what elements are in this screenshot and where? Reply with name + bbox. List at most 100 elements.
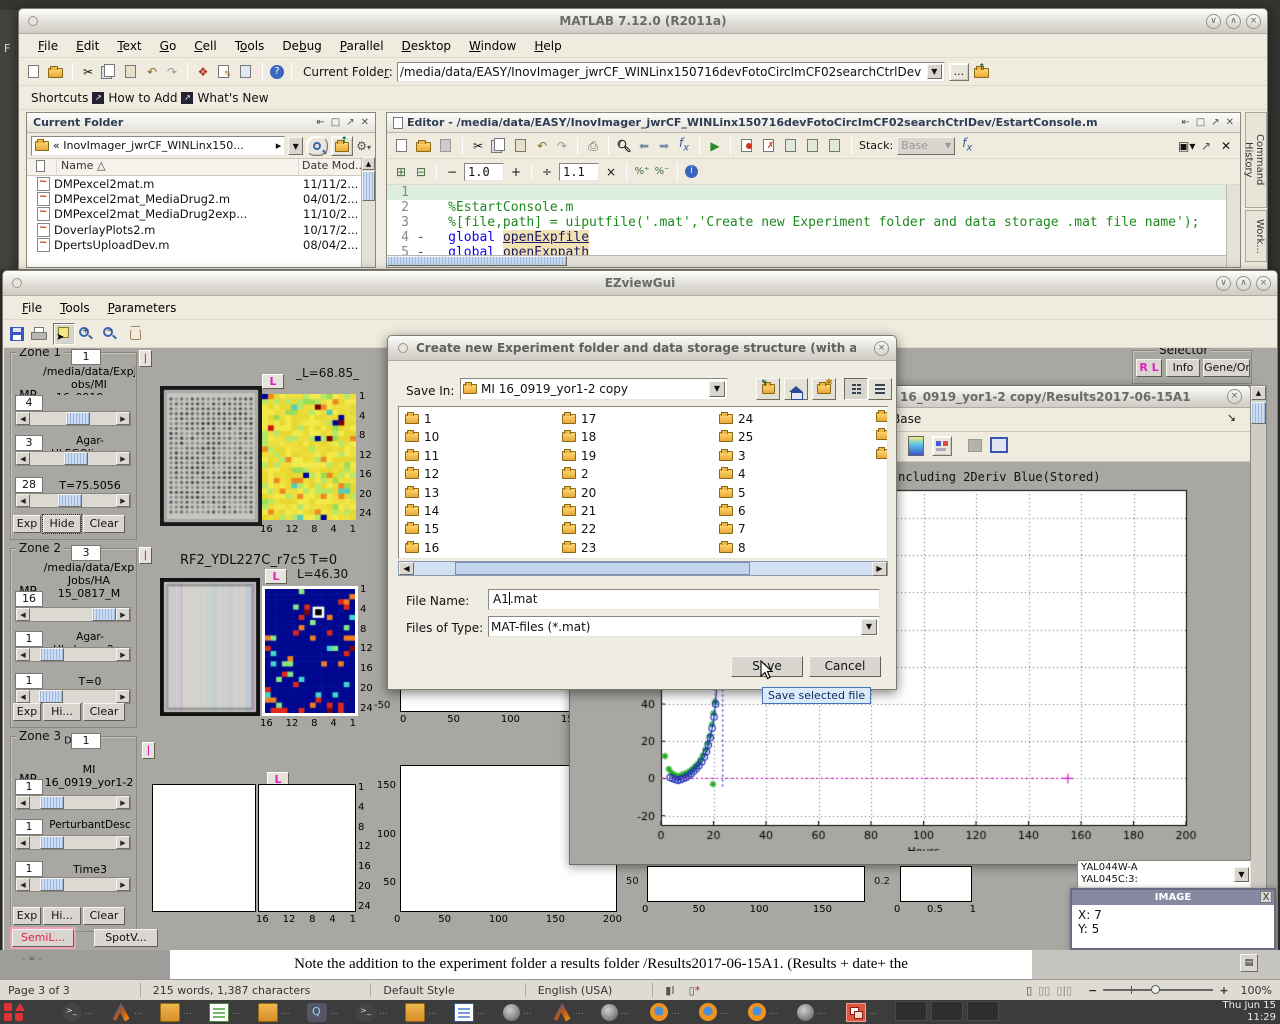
taskbar-item-media-player[interactable]: Q... bbox=[307, 1001, 339, 1023]
slider-right-icon[interactable]: ▶ bbox=[116, 452, 130, 465]
menu-item[interactable]: File bbox=[13, 299, 51, 317]
editor-layout-icon[interactable]: ▣▾ bbox=[1178, 138, 1194, 154]
zone-index-field[interactable]: 1 bbox=[15, 631, 43, 647]
slider-left-icon[interactable]: ◀ bbox=[16, 412, 30, 425]
taskbar-item-firefox[interactable]: ... bbox=[699, 1001, 729, 1023]
zone-number-field[interactable]: 1 bbox=[71, 733, 101, 749]
app-sphere-icon[interactable] bbox=[503, 1004, 520, 1021]
back-icon[interactable]: ⬅ bbox=[636, 138, 652, 154]
code-line[interactable]: 3 %[file,path] = uiputfile('.mat','Creat… bbox=[387, 215, 1240, 230]
slider-left-icon[interactable]: ◀ bbox=[16, 648, 30, 661]
colony-heatmap-zone1[interactable] bbox=[262, 394, 356, 520]
zone-number-field[interactable]: 3 bbox=[71, 545, 101, 561]
column-header-name[interactable]: Name △ bbox=[57, 159, 299, 175]
menu-item[interactable]: Tools bbox=[51, 299, 99, 317]
taskbar-item-matlab[interactable]: ... bbox=[111, 1001, 143, 1023]
code-area[interactable]: 1 2 %EstartConsole.m3 %[file,path] = uip… bbox=[387, 185, 1240, 261]
shortcuts-label[interactable]: Shortcuts bbox=[31, 91, 88, 105]
stack-combo[interactable]: Base▼ bbox=[897, 137, 955, 155]
undock-icon[interactable]: ↗ bbox=[1198, 138, 1214, 154]
cancel-button[interactable]: Cancel bbox=[809, 656, 881, 677]
colormap-icon[interactable] bbox=[908, 436, 924, 456]
open-file-icon[interactable] bbox=[47, 64, 65, 80]
folder-breadcrumb[interactable]: « InovImager_jwrCF_WINLinx150... ▸ bbox=[31, 136, 285, 156]
file-manager-icon[interactable] bbox=[160, 1003, 180, 1022]
zone-slider[interactable]: ◀▶ bbox=[15, 647, 131, 662]
zone-index-field[interactable]: 1 bbox=[15, 779, 43, 795]
zone-index-field[interactable]: 28 bbox=[15, 477, 43, 493]
taskbar-item-file-manager[interactable]: ... bbox=[258, 1001, 290, 1023]
home-button[interactable] bbox=[784, 378, 808, 400]
pan-hand-icon[interactable] bbox=[127, 326, 147, 342]
menu-item[interactable]: Desktop bbox=[393, 37, 461, 55]
minimize-icon[interactable]: ∨ bbox=[1216, 276, 1231, 291]
status-language[interactable]: English (USA) bbox=[538, 984, 613, 997]
breakpoint-set-icon[interactable] bbox=[738, 138, 756, 154]
menu-item[interactable]: Edit bbox=[67, 37, 108, 55]
empty-plot-2[interactable] bbox=[258, 784, 356, 912]
folder-item[interactable]: 22 bbox=[562, 522, 596, 536]
folder-item[interactable]: 17 bbox=[562, 412, 596, 426]
gene-list-item[interactable]: YAL045C:3: bbox=[1081, 874, 1247, 886]
code-line[interactable]: 2 %EstartConsole.m bbox=[387, 200, 1240, 215]
slider-right-icon[interactable]: ▶ bbox=[116, 648, 130, 661]
detail-view-button[interactable] bbox=[868, 378, 892, 400]
window-tool-icon[interactable] bbox=[990, 437, 1008, 453]
step-out-icon[interactable] bbox=[826, 138, 844, 154]
maximize-icon[interactable]: ∧ bbox=[1226, 14, 1241, 29]
folder-item[interactable]: 25 bbox=[719, 430, 753, 444]
zone-hi-button[interactable]: Hi... bbox=[43, 703, 81, 721]
redo-icon[interactable]: ↷ bbox=[554, 138, 570, 154]
semilog-button[interactable]: SemiL... bbox=[12, 929, 74, 947]
slider-right-icon[interactable]: ▶ bbox=[116, 836, 130, 849]
taskbar-item-libreoffice-calc[interactable]: ... bbox=[209, 1001, 241, 1023]
new-file-icon[interactable] bbox=[393, 138, 411, 154]
zone-slider[interactable]: ◀▶ bbox=[15, 835, 131, 850]
zone-clear-button[interactable]: Clear bbox=[83, 515, 125, 533]
value-field-1[interactable]: 1.0 bbox=[464, 163, 504, 181]
plate-photo-zone2[interactable] bbox=[160, 578, 260, 716]
folder-item[interactable]: 8 bbox=[719, 541, 746, 555]
zone-index-field[interactable]: 1 bbox=[15, 673, 43, 689]
l-button-row2[interactable]: L bbox=[265, 569, 287, 584]
increase-icon[interactable]: + bbox=[508, 164, 524, 180]
taskbar-item-app-sphere[interactable]: ... bbox=[797, 1001, 826, 1023]
fx-insert-icon[interactable]: fx bbox=[959, 135, 975, 156]
zone-slider[interactable]: ◀▶ bbox=[15, 607, 131, 622]
status-words[interactable]: 215 words, 1,387 characters bbox=[153, 984, 311, 997]
selection-mode-icon[interactable]: ▮I bbox=[665, 984, 674, 997]
save-icon[interactable] bbox=[437, 138, 455, 154]
libreoffice-calc-icon[interactable] bbox=[209, 1003, 229, 1022]
selector-gene-button[interactable]: Gene/Ort bbox=[1203, 359, 1250, 377]
up-one-level-button[interactable]: ↰ bbox=[756, 378, 780, 400]
zone-number-field[interactable]: 1 bbox=[71, 349, 101, 365]
changes-icon[interactable]: ▯* bbox=[689, 984, 701, 997]
slider-right-icon[interactable]: ▶ bbox=[116, 412, 130, 425]
close-icon[interactable]: X bbox=[1260, 891, 1272, 903]
zoom-in-icon[interactable]: + bbox=[79, 326, 99, 342]
folder-item[interactable]: 7 bbox=[719, 522, 746, 536]
file-row[interactable]: DMPexcel2mat_MediaDrug2exp...11/10/2... bbox=[27, 207, 375, 222]
zone-slider[interactable]: ◀▶ bbox=[15, 689, 131, 704]
slider-right-icon[interactable]: ▶ bbox=[116, 690, 130, 703]
app-sphere-icon[interactable] bbox=[601, 1004, 618, 1021]
folder-item[interactable] bbox=[876, 449, 888, 459]
zone-hi-button[interactable]: Hi... bbox=[43, 907, 81, 925]
menu-item[interactable]: Text bbox=[108, 37, 150, 55]
dock-icon[interactable]: ⇤ bbox=[316, 117, 324, 128]
slider-left-icon[interactable]: ◀ bbox=[16, 690, 30, 703]
undo-icon[interactable]: ↶ bbox=[534, 138, 550, 154]
colony-heatmap-zone2[interactable] bbox=[265, 589, 355, 713]
file-list-scrollbar[interactable]: ▲ bbox=[361, 157, 375, 267]
taskbar-item-file-manager[interactable]: ... bbox=[405, 1001, 437, 1023]
menu-item[interactable]: Parallel bbox=[331, 37, 393, 55]
simulink-icon[interactable]: ❖ bbox=[195, 64, 211, 80]
folder-item[interactable]: 10 bbox=[405, 430, 439, 444]
writer-page[interactable]: Note the addition to the experiment fold… bbox=[170, 950, 1032, 979]
layout-icon[interactable] bbox=[932, 436, 952, 456]
zone-exp-button[interactable]: Exp bbox=[13, 515, 41, 533]
zoom-slider[interactable] bbox=[1103, 989, 1213, 991]
folder-item[interactable]: 19 bbox=[562, 449, 596, 463]
firefox-icon[interactable] bbox=[699, 1003, 717, 1021]
taskbar-item-firefox[interactable]: ... bbox=[748, 1001, 778, 1023]
